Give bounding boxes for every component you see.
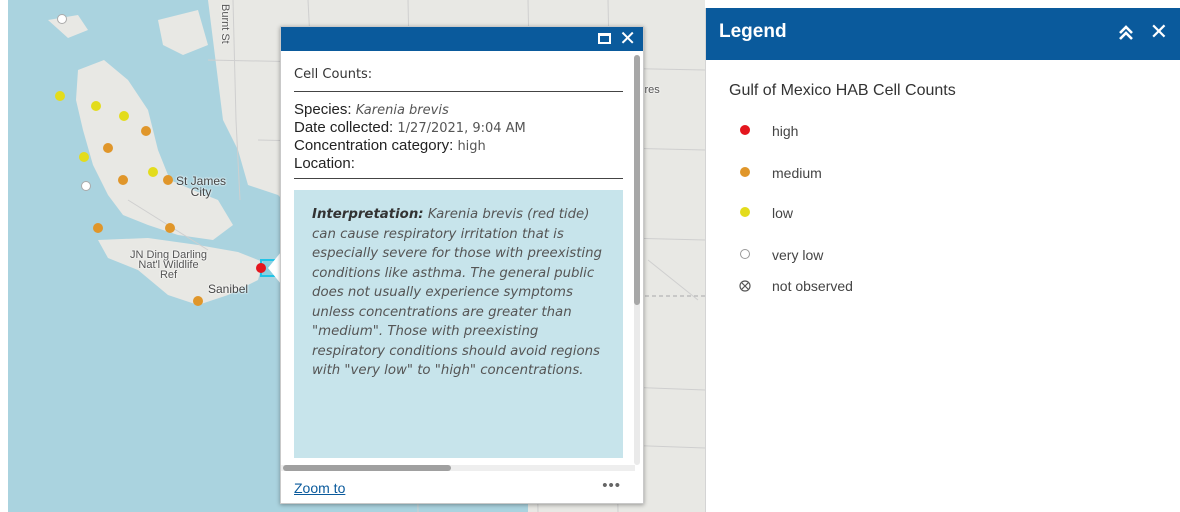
interpretation-box: Interpretation: Karenia brevis (red tide… xyxy=(294,190,623,458)
close-icon[interactable]: ✕ xyxy=(619,28,636,50)
very-low-symbol-icon xyxy=(740,249,750,259)
map-label-st-james-city: St James City xyxy=(176,174,227,199)
map-label-jn-ding-darling: JN Ding Darling Nat'l Wildlife Ref xyxy=(130,249,208,281)
zoom-to-link[interactable]: Zoom to xyxy=(294,480,345,496)
sample-point-very-low[interactable] xyxy=(57,14,67,24)
maximize-icon[interactable] xyxy=(598,33,611,44)
legend-item-very-low: very low xyxy=(706,247,1006,265)
concentration-value: high xyxy=(457,139,486,154)
popup-vertical-scroll-thumb[interactable] xyxy=(634,55,640,305)
species-row: Species: Karenia brevis xyxy=(294,101,449,118)
popup-footer: Zoom to ••• xyxy=(281,477,643,503)
sample-point-low[interactable] xyxy=(79,152,89,162)
popup-attributes: Species: Karenia brevis Date collected: … xyxy=(294,92,623,179)
species-value: Karenia brevis xyxy=(355,103,449,118)
legend-item-low: low xyxy=(706,205,1006,223)
medium-symbol-icon xyxy=(740,167,750,177)
legend-layer-title: Gulf of Mexico HAB Cell Counts xyxy=(729,82,956,99)
sample-point-medium[interactable] xyxy=(165,223,175,233)
legend-item-not-observed: not observed xyxy=(706,278,1006,296)
interpretation-text: Karenia brevis (red tide) can cause resp… xyxy=(312,207,602,378)
popup-horizontal-scrollbar[interactable] xyxy=(281,465,635,471)
sample-point-low[interactable] xyxy=(91,101,101,111)
app-root: Burnt St St James City JN Ding Darling N… xyxy=(0,0,1180,512)
popup-content: Cell Counts: Species: Karenia brevis Dat… xyxy=(281,51,635,469)
sample-point-low[interactable] xyxy=(119,111,129,121)
sample-point-medium[interactable] xyxy=(163,175,173,185)
popup-horizontal-scroll-thumb[interactable] xyxy=(283,465,451,471)
legend-panel: Legend ✕ Gulf of Mexico HAB Cell Counts … xyxy=(705,8,1180,512)
popup-title: Cell Counts: xyxy=(294,67,623,92)
sample-point-medium[interactable] xyxy=(118,175,128,185)
sample-point-low[interactable] xyxy=(148,167,158,177)
concentration-row: Concentration category: high xyxy=(294,137,486,154)
sample-point-medium[interactable] xyxy=(93,223,103,233)
sample-point-medium[interactable] xyxy=(141,126,151,136)
sample-point-medium[interactable] xyxy=(103,143,113,153)
interpretation-label: Interpretation: xyxy=(312,207,424,222)
sample-point-high-selected[interactable] xyxy=(256,263,266,273)
legend-item-medium: medium xyxy=(706,165,1006,183)
high-symbol-icon xyxy=(740,125,750,135)
legend-item-high: high xyxy=(706,123,1006,141)
date-row: Date collected: 1/27/2021, 9:04 AM xyxy=(294,119,526,136)
date-value: 1/27/2021, 9:04 AM xyxy=(397,121,526,136)
popup-header: ✕ xyxy=(281,27,643,51)
legend-title: Legend xyxy=(719,21,787,42)
low-symbol-icon xyxy=(740,207,750,217)
more-options-icon[interactable]: ••• xyxy=(602,477,621,494)
sample-point-very-low[interactable] xyxy=(81,181,91,191)
location-row: Location: xyxy=(294,155,355,172)
popup-vertical-scrollbar[interactable] xyxy=(634,55,640,465)
legend-close-icon[interactable]: ✕ xyxy=(1150,20,1168,44)
map-label-sanibel: Sanibel xyxy=(208,282,249,296)
sample-point-medium[interactable] xyxy=(193,296,203,306)
map-label-burnt-store: Burnt St xyxy=(219,4,231,44)
sample-point-low[interactable] xyxy=(55,91,65,101)
legend-header: Legend ✕ xyxy=(706,8,1180,60)
not-observed-symbol-icon xyxy=(739,280,751,292)
collapse-icon[interactable] xyxy=(1118,24,1134,42)
feature-popup: ✕ Cell Counts: Species: Karenia brevis D… xyxy=(280,26,644,504)
